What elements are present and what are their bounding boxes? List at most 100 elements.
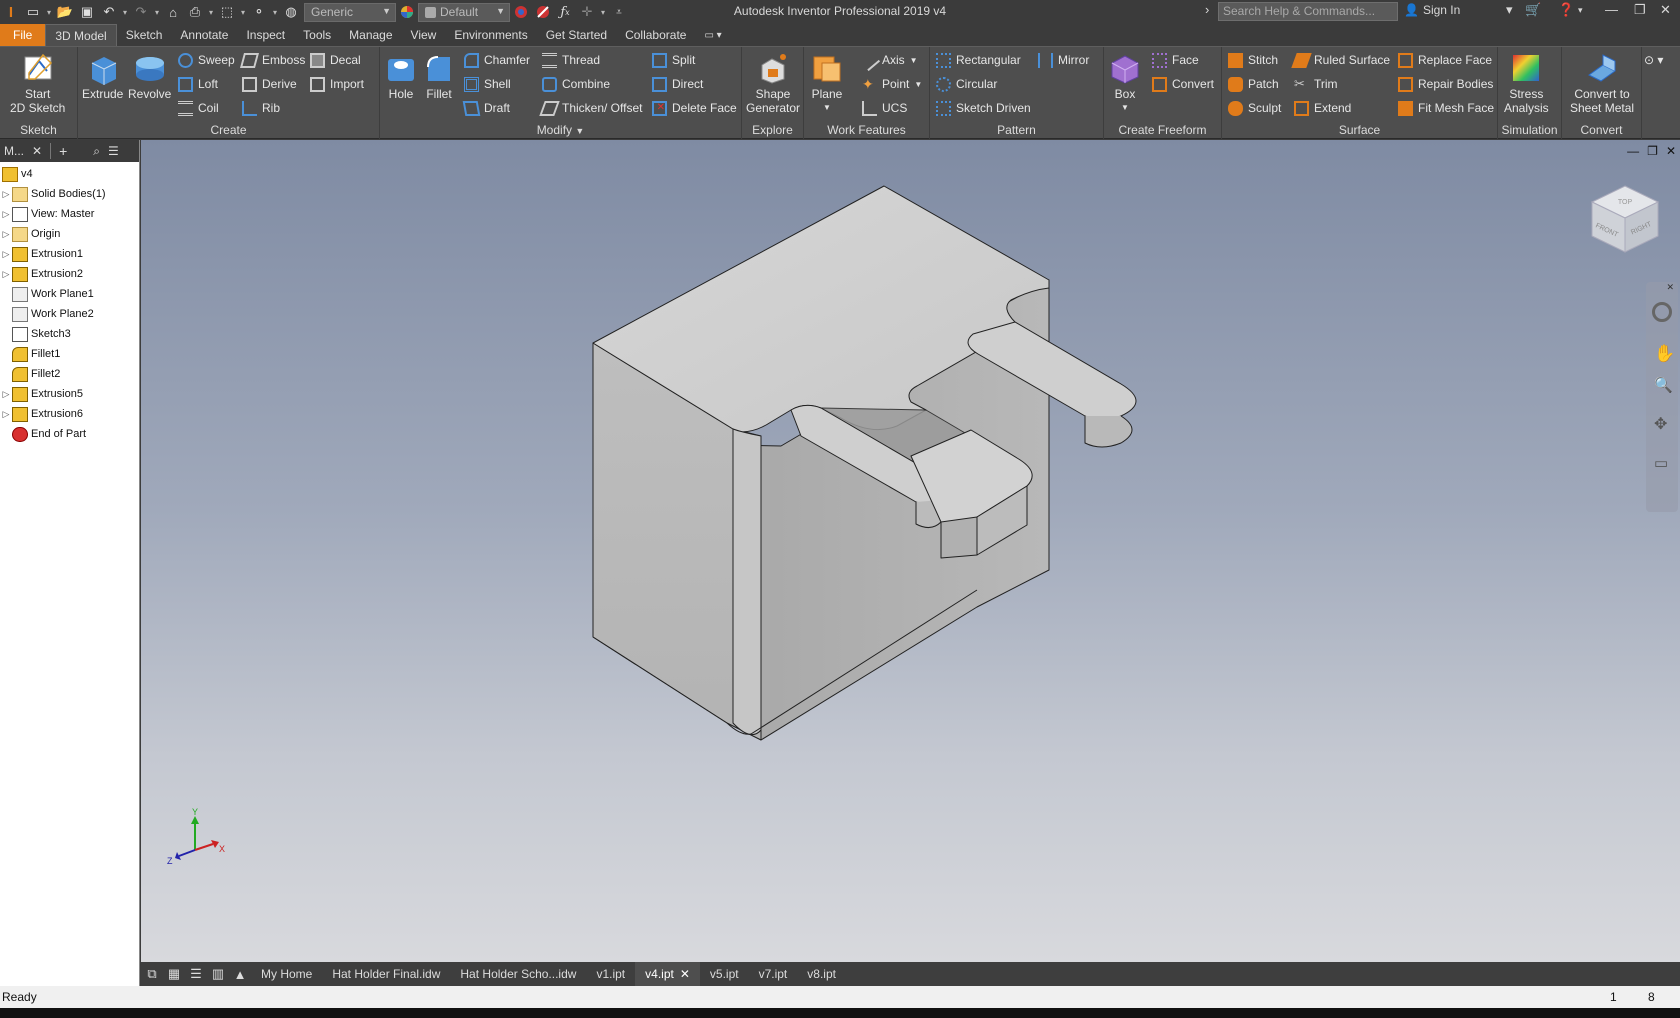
navbar-close-icon[interactable]: ✕	[1666, 282, 1674, 293]
fillet-button[interactable]: Fillet	[422, 51, 456, 101]
viewport-restore-icon[interactable]: ❐	[1647, 144, 1658, 158]
browser-node[interactable]: Sketch3	[0, 324, 139, 344]
graphics-viewport[interactable]: TOP FRONT RIGHT — ❐ ✕ ✕ ✋ 🔍 ✥ ▭ Y X Z	[141, 140, 1680, 962]
browser-title[interactable]: M...	[4, 144, 24, 158]
inventor-logo-icon[interactable]: I	[0, 2, 22, 22]
delete-face-button[interactable]: ✕ Delete Face	[652, 99, 737, 117]
revolve-button[interactable]: Revolve	[128, 51, 171, 101]
tab-tools[interactable]: Tools	[294, 24, 340, 46]
extrude-button[interactable]: Extrude	[82, 51, 123, 101]
browser-node[interactable]: Fillet1	[0, 344, 139, 364]
point-button[interactable]: ✦ Point ▼	[862, 75, 922, 93]
help-icon[interactable]: ❓	[1558, 2, 1574, 18]
doc-tab-hat-holder-final[interactable]: Hat Holder Final.idw	[322, 962, 450, 986]
measure-icon[interactable]: ✛	[576, 2, 598, 22]
print-icon[interactable]: ⎙	[184, 2, 206, 22]
browser-node[interactable]: ▷ Origin	[0, 224, 139, 244]
home-icon[interactable]: ⌂	[162, 2, 184, 22]
start-2d-sketch-button[interactable]: Start 2D Sketch	[10, 51, 65, 115]
hole-button[interactable]: Hole	[384, 51, 418, 101]
redo-dropdown-icon[interactable]: ▾	[152, 8, 162, 17]
rib-button[interactable]: Rib	[242, 99, 280, 117]
open-file-icon[interactable]: 📂	[54, 2, 76, 22]
zoom-icon[interactable]: 🔍	[1654, 376, 1673, 394]
browser-node[interactable]: ▷ Extrusion6	[0, 404, 139, 424]
stress-analysis-button[interactable]: Stress Analysis	[1504, 51, 1549, 115]
draft-button[interactable]: Draft	[462, 99, 510, 117]
panel-title-modify[interactable]: Modify ▼	[380, 123, 741, 137]
plane-button[interactable]: Plane ▼	[810, 51, 844, 115]
tile-horizontal-icon[interactable]: ☰	[185, 962, 207, 986]
tab-collaborate[interactable]: Collaborate	[616, 24, 695, 46]
print-dropdown-icon[interactable]: ▾	[206, 8, 216, 17]
material-select[interactable]: Generic ▼	[304, 2, 396, 22]
restore-icon[interactable]: ❐	[1634, 2, 1646, 18]
properties-icon[interactable]: ⚬	[248, 2, 270, 22]
expand-icon[interactable]: ▷	[0, 209, 12, 220]
ribbon-display-toggle-icon[interactable]: ▭ ▾	[695, 24, 730, 46]
import-button[interactable]: Import	[310, 75, 364, 93]
sweep-button[interactable]: Sweep	[178, 51, 235, 69]
customize-icon[interactable]: ⩡	[608, 2, 630, 22]
tab-3d-model[interactable]: 3D Model	[45, 24, 117, 46]
look-at-icon[interactable]: ▭	[1654, 454, 1668, 472]
properties-dropdown-icon[interactable]: ▾	[270, 8, 280, 17]
viewport-close-icon[interactable]: ✕	[1666, 144, 1676, 158]
decal-button[interactable]: Decal	[310, 51, 361, 69]
save-icon[interactable]: ▣	[76, 2, 98, 22]
tile-icon[interactable]: ▦	[163, 962, 185, 986]
browser-node[interactable]: ▷ View: Master	[0, 204, 139, 224]
doc-tab-v7[interactable]: v7.ipt	[749, 962, 798, 986]
freeform-face-button[interactable]: Face	[1152, 51, 1199, 69]
sign-in-button[interactable]: 👤 Sign In	[1404, 3, 1460, 17]
coil-button[interactable]: Coil	[178, 99, 219, 117]
orbit-icon[interactable]: ✥	[1654, 414, 1667, 434]
cascade-icon[interactable]: ⧉	[141, 962, 163, 986]
expand-icon[interactable]: ▷	[0, 269, 12, 280]
expand-icon[interactable]: ▷	[0, 229, 12, 240]
close-tab-icon[interactable]: ✕	[680, 967, 690, 981]
repair-bodies-button[interactable]: Repair Bodies	[1398, 75, 1493, 93]
combine-button[interactable]: Combine	[542, 75, 610, 93]
select-dropdown-icon[interactable]: ▾	[238, 8, 248, 17]
freeform-convert-button[interactable]: Convert	[1152, 75, 1214, 93]
expand-icon[interactable]: ▷	[0, 389, 12, 400]
axis-button[interactable]: Axis ▼	[858, 49, 918, 71]
freeform-box-button[interactable]: Box ▼	[1108, 51, 1142, 115]
rectangular-pattern-button[interactable]: Rectangular	[936, 51, 1021, 69]
tab-list-icon[interactable]: ▲	[229, 962, 251, 986]
doc-tab-v8[interactable]: v8.ipt	[797, 962, 846, 986]
tile-vertical-icon[interactable]: ▥	[207, 962, 229, 986]
patch-button[interactable]: Patch	[1228, 75, 1279, 93]
expand-icon[interactable]: ▷	[0, 249, 12, 260]
update-icon[interactable]: ◍	[280, 2, 302, 22]
minimize-icon[interactable]: —	[1605, 2, 1618, 17]
tab-manage[interactable]: Manage	[340, 24, 401, 46]
fit-mesh-face-button[interactable]: Fit Mesh Face	[1398, 99, 1494, 117]
sculpt-button[interactable]: Sculpt	[1228, 99, 1281, 117]
appearance-select[interactable]: Default ▼	[418, 2, 510, 22]
replace-face-button[interactable]: Replace Face	[1398, 51, 1492, 69]
trim-button[interactable]: ✂ Trim	[1294, 75, 1338, 93]
emboss-button[interactable]: Emboss	[239, 51, 305, 69]
thicken-offset-button[interactable]: Thicken/ Offset	[539, 99, 642, 117]
browser-node[interactable]: ▷ Extrusion5	[0, 384, 139, 404]
viewport-minimize-icon[interactable]: —	[1627, 144, 1639, 158]
search-expand-icon[interactable]: ›	[1205, 2, 1209, 17]
loft-button[interactable]: Loft	[178, 75, 218, 93]
pan-icon[interactable]: ✋	[1654, 344, 1675, 364]
split-button[interactable]: Split	[652, 51, 695, 69]
select-icon[interactable]: ⬚	[216, 2, 238, 22]
undo-icon[interactable]: ↶	[98, 2, 120, 22]
expand-icon[interactable]: ▷	[0, 189, 12, 200]
parameters-icon[interactable]: ƒx	[554, 2, 576, 22]
search-input[interactable]: Search Help & Commands...	[1218, 2, 1398, 21]
view-cube[interactable]: TOP FRONT RIGHT	[1588, 182, 1662, 256]
browser-node[interactable]: ▷ Extrusion1	[0, 244, 139, 264]
tab-environments[interactable]: Environments	[445, 24, 536, 46]
browser-node[interactable]: v4	[0, 164, 139, 184]
ruled-surface-button[interactable]: Ruled Surface	[1291, 51, 1390, 69]
browser-node[interactable]: Work Plane1	[0, 284, 139, 304]
tab-view[interactable]: View	[402, 24, 446, 46]
convert-to-sheet-metal-button[interactable]: Convert to Sheet Metal	[1570, 51, 1634, 115]
